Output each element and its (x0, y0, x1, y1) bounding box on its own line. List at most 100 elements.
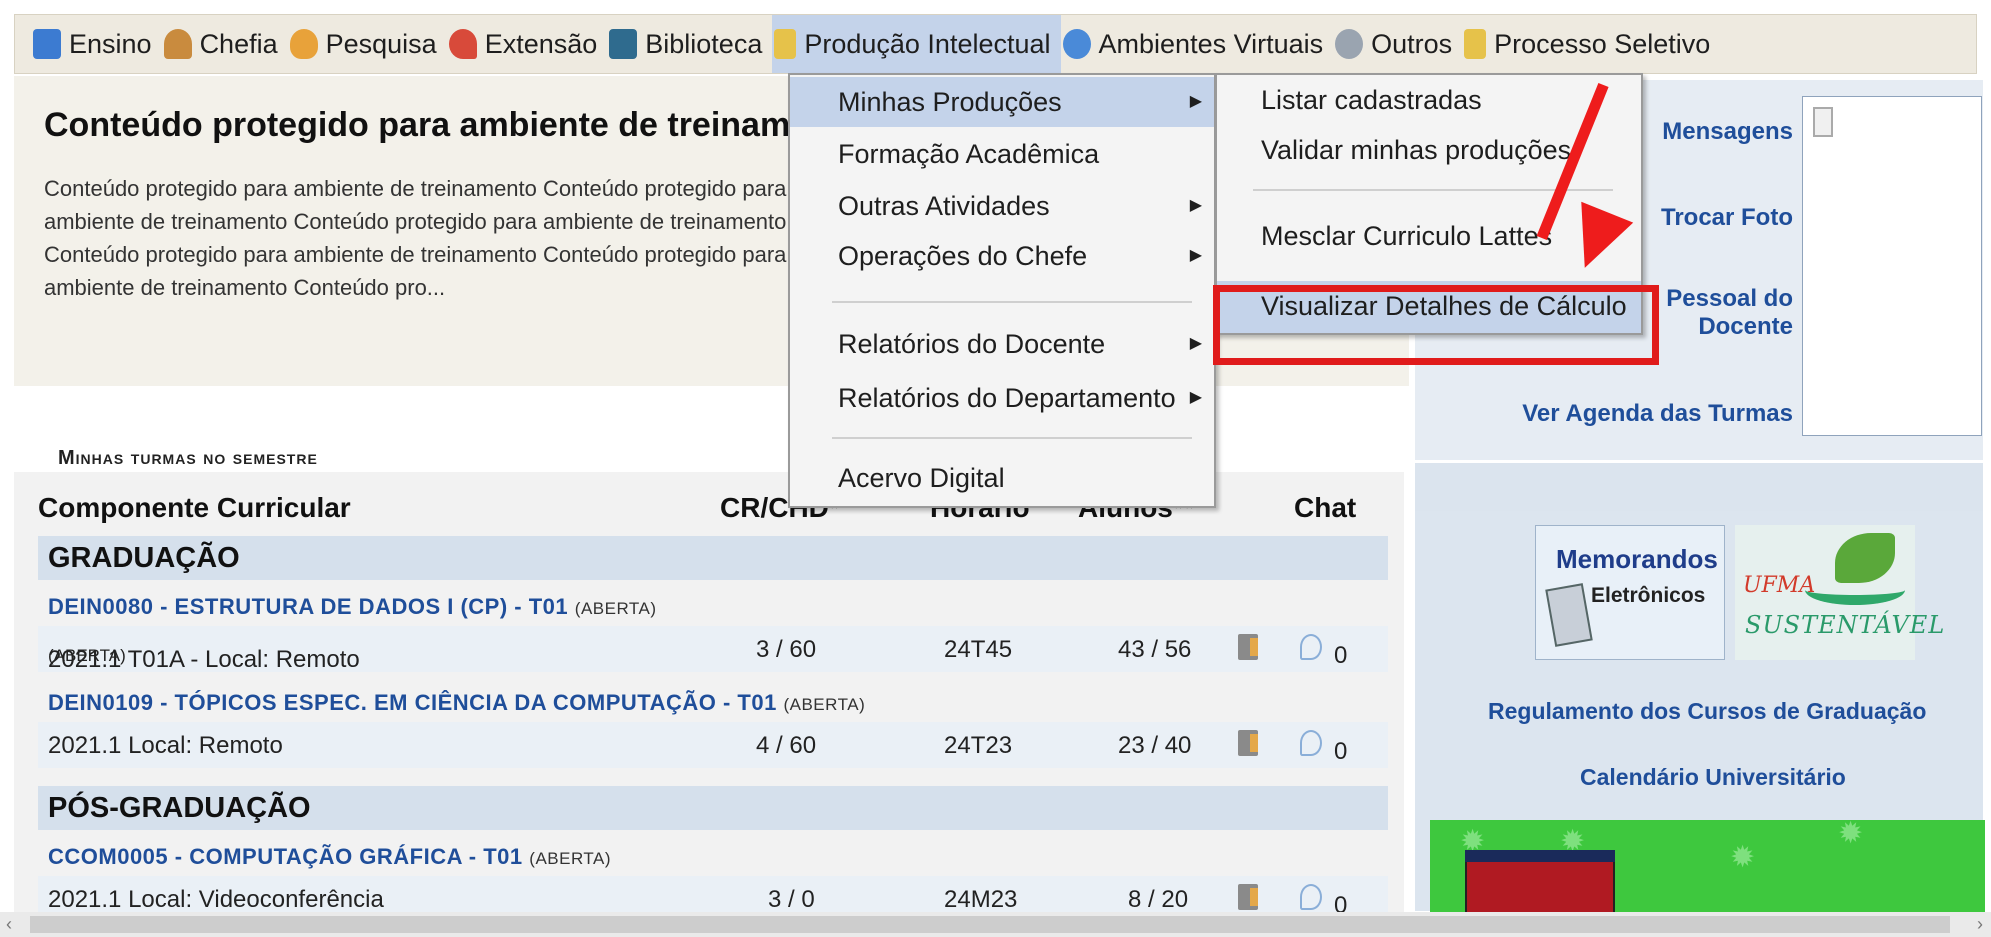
menu-label: Pesquisa (325, 28, 437, 59)
document-icon (1545, 583, 1593, 647)
horizontal-scrollbar[interactable]: ‹ › (0, 912, 1991, 937)
mensagens-link[interactable]: Mensagens (1662, 118, 1793, 146)
chat-icon[interactable] (1300, 884, 1322, 910)
submenu-arrow-icon: ▶ (1189, 93, 1202, 110)
menu-extensao[interactable]: Extensão (447, 15, 608, 73)
menu-outros[interactable]: Outros (1333, 15, 1462, 73)
menu-item-outras-atividades[interactable]: Outras Atividades ▶ (790, 181, 1214, 231)
menu-item-relatorios-do-docente[interactable]: Relatórios do Docente ▶ (790, 319, 1214, 369)
menu-label: Produção Intelectual (804, 28, 1051, 59)
image-placeholder-icon (1813, 107, 1833, 137)
menu-label: Biblioteca (645, 28, 763, 59)
scroll-left-icon[interactable]: ‹ (6, 914, 12, 935)
menu-item-relatorios-do-departamento[interactable]: Relatórios do Departamento ▶ (790, 373, 1214, 423)
chat-icon[interactable] (1300, 730, 1322, 756)
memorandos-banner[interactable]: Memorandos Eletrônicos (1535, 525, 1725, 660)
document-icon (774, 29, 797, 59)
course-link[interactable]: DEIN0109 - TÓPICOS ESPEC. EM CIÊNCIA DA … (48, 690, 865, 716)
document-icon (1464, 29, 1487, 59)
menu-processo-seletivo[interactable]: Processo Seletivo (1462, 15, 1720, 73)
menu-item-label: Outras Atividades (838, 191, 1050, 221)
menu-label: Outros (1371, 28, 1453, 59)
menu-item-operacoes-do-chefe[interactable]: Operações do Chefe ▶ (790, 231, 1214, 281)
menu-item-label: Minhas Produções (838, 87, 1062, 117)
pessoal-line-1: Pessoal do (1666, 285, 1793, 312)
course-link[interactable]: DEIN0080 - ESTRUTURA DE DADOS I (CP) - T… (48, 594, 657, 620)
course-horario: 24T45 (944, 636, 1013, 663)
producao-dropdown-menu: Minhas Produções ▶ Formação Acadêmica Ou… (788, 73, 1216, 508)
menu-item-listar-cadastradas[interactable]: Listar cadastradas (1217, 75, 1641, 125)
class-page-icon[interactable] (1238, 730, 1258, 756)
right-divider (1415, 463, 1983, 511)
menu-separator (832, 301, 1192, 303)
course-crchd: 3 / 60 (756, 636, 817, 663)
course-horario: 24T23 (944, 732, 1013, 759)
submenu-arrow-icon: ▶ (1189, 335, 1202, 352)
course-crchd: 4 / 60 (756, 732, 817, 759)
menu-item-label: Operações do Chefe (838, 241, 1088, 271)
menu-label: Ambientes Virtuais (1098, 28, 1324, 59)
trocar-foto-link[interactable]: Trocar Foto (1661, 204, 1793, 232)
course-crchd: 3 / 0 (768, 886, 815, 913)
ufma-line-2: SUSTENTÁVEL (1745, 611, 1946, 639)
scroll-right-icon[interactable]: › (1977, 914, 1983, 935)
class-page-icon[interactable] (1238, 884, 1258, 910)
menu-label: Chefia (199, 28, 278, 59)
ufma-sustentavel-banner[interactable]: UFMA SUSTENTÁVEL (1735, 525, 1944, 660)
heart-icon (448, 29, 477, 59)
memo-line-1: Memorandos (1556, 544, 1718, 574)
promo-banner[interactable]: ✹ ✹ ✹ ✹ (1430, 817, 1985, 920)
table-row: 2021.1 Local: Remoto 4 / 60 24T23 23 / 4… (38, 722, 1388, 768)
menu-biblioteca[interactable]: Biblioteca (607, 15, 772, 73)
course-period: 2021.1 Local: Remoto (48, 732, 283, 759)
course-status: (ABERTA) (783, 695, 866, 714)
intro-text: Conteúdo protegido para ambiente de trei… (44, 176, 787, 300)
course-period: 2021.1 Local: Videoconferência (48, 886, 384, 913)
submenu-arrow-icon: ▶ (1189, 247, 1202, 264)
menu-item-label: Relatórios do Departamento (838, 383, 1176, 413)
person-icon (163, 29, 192, 59)
menu-item-minhas-producoes[interactable]: Minhas Produções ▶ (790, 77, 1214, 127)
header-chat: Chat (1294, 492, 1357, 523)
menu-label: Ensino (69, 28, 152, 59)
turmas-table: Componente Curricular CR/CHD* Horário Al… (14, 472, 1404, 919)
calendario-link[interactable]: Calendário Universitário (1580, 764, 1846, 791)
chat-icon[interactable] (1300, 634, 1322, 660)
gear-icon: ✹ (1838, 817, 1864, 850)
course-status: (ABERTA) (529, 849, 612, 868)
course-link[interactable]: CCOM0005 - COMPUTAÇÃO GRÁFICA - T01 (ABE… (48, 844, 611, 870)
graduation-cap-icon (33, 29, 61, 59)
menu-ensino[interactable]: Ensino (31, 15, 162, 73)
menu-producao-intelectual[interactable]: Produção Intelectual (772, 15, 1061, 73)
menu-label: Extensão (484, 28, 598, 59)
course-horario: 24M23 (944, 886, 1018, 913)
chat-count: 0 (1334, 642, 1348, 669)
menu-ambientes-virtuais[interactable]: Ambientes Virtuais (1061, 15, 1334, 73)
pessoal-docente-link[interactable]: Pessoal do Docente (1666, 285, 1793, 341)
course-alunos: 23 / 40 (1118, 732, 1192, 759)
menu-separator (832, 437, 1192, 439)
ver-agenda-link[interactable]: Ver Agenda das Turmas (1522, 400, 1793, 428)
globe-icon (1335, 29, 1364, 59)
section-pos-graduacao: PÓS-GRADUAÇÃO (38, 786, 1388, 830)
highlight-box (1213, 285, 1659, 365)
hand-icon (1805, 575, 1905, 605)
menu-item-acervo-digital[interactable]: Acervo Digital (790, 453, 1214, 503)
ufma-line-1: UFMA (1743, 573, 1816, 598)
class-page-icon[interactable] (1238, 634, 1258, 660)
flask-icon (289, 29, 318, 59)
submenu-arrow-icon: ▶ (1189, 389, 1202, 406)
course-title: CCOM0005 - COMPUTAÇÃO GRÁFICA - T01 (48, 844, 523, 869)
network-icon (1062, 29, 1091, 59)
menu-item-formacao-academica[interactable]: Formação Acadêmica (790, 129, 1214, 179)
section-graduacao: GRADUAÇÃO (38, 536, 1388, 580)
table-row: 2021.1 T01A - Local: Remoto (ABERTA) 3 /… (38, 626, 1388, 673)
menu-item-label: Relatórios do Docente (838, 329, 1106, 359)
avatar[interactable] (1802, 96, 1982, 436)
menu-label: Processo Seletivo (1494, 28, 1711, 59)
menu-pesquisa[interactable]: Pesquisa (288, 15, 447, 73)
regulamento-link[interactable]: Regulamento dos Cursos de Graduação (1488, 698, 1926, 725)
menu-chefia[interactable]: Chefia (162, 15, 288, 73)
menu-item-label: Formação Acadêmica (838, 139, 1100, 169)
scroll-thumb[interactable] (30, 916, 1950, 933)
